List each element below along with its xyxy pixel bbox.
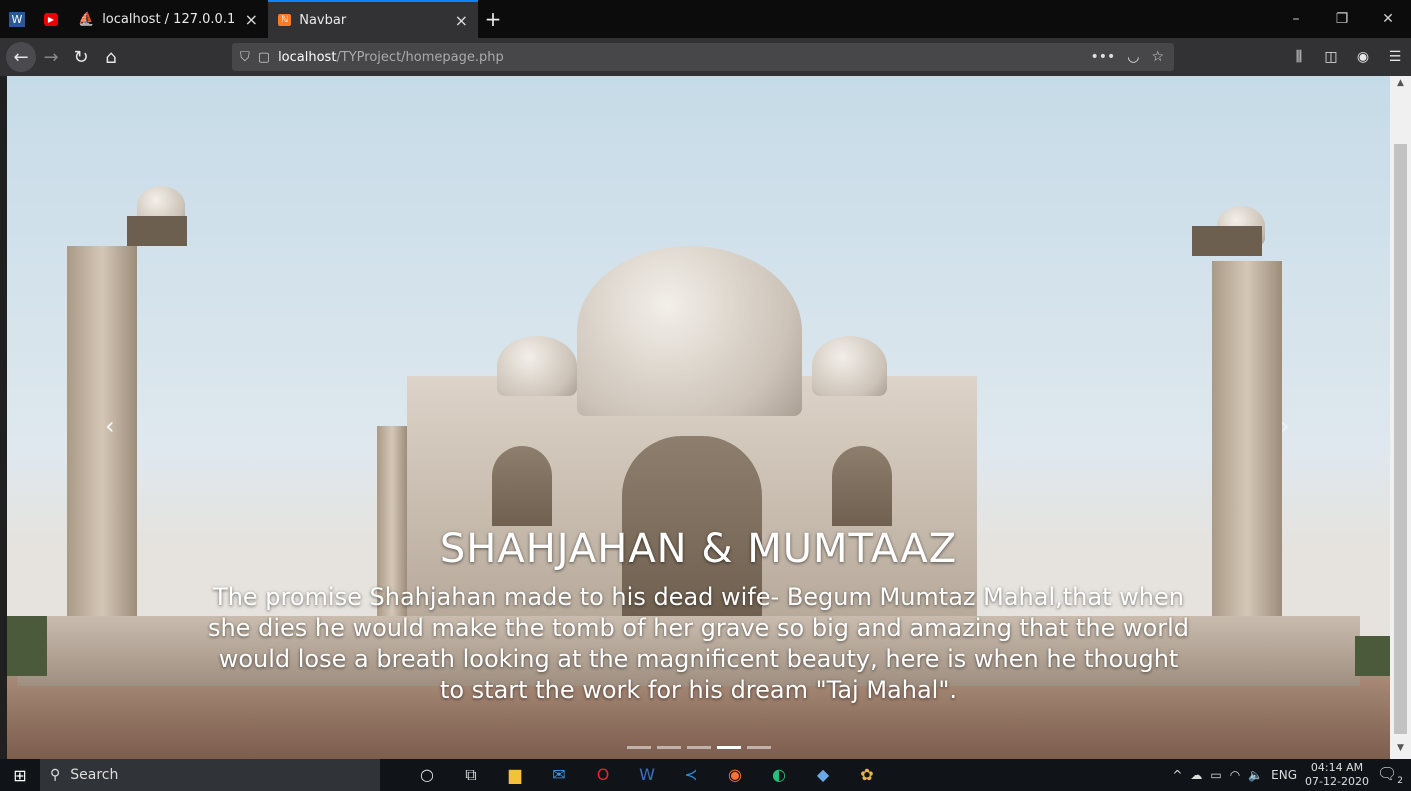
clock[interactable]: 04:14 AM 07-12-2020 [1305, 761, 1369, 789]
account-icon[interactable]: ◉ [1347, 49, 1379, 65]
tray-chevron-up-icon[interactable]: ^ [1172, 768, 1182, 782]
vertical-scrollbar[interactable]: ▲ ▼ [1390, 76, 1411, 759]
search-placeholder: Search [70, 767, 119, 783]
volume-icon[interactable]: 🔈 [1248, 768, 1263, 782]
tab-navbar[interactable]: ℕ Navbar × [268, 0, 478, 38]
vscode-icon[interactable]: ≺ [674, 765, 708, 785]
carousel: SHAHJAHAN & MUMTAAZ The promise Shahjaha… [7, 76, 1390, 759]
tab-title: Navbar [299, 12, 347, 28]
shield-icon[interactable]: ⛉ [240, 50, 250, 65]
minimize-icon[interactable]: – [1273, 0, 1319, 38]
carousel-caption: SHAHJAHAN & MUMTAAZ The promise Shahjaha… [7, 526, 1390, 706]
file-explorer-icon[interactable]: ▆ [498, 765, 532, 785]
word-taskbar-icon[interactable]: W [630, 765, 664, 785]
scroll-down-arrow-icon[interactable]: ▼ [1390, 743, 1411, 757]
notifications-icon[interactable]: 🗨2 [1377, 764, 1403, 786]
scroll-up-arrow-icon[interactable]: ▲ [1390, 78, 1411, 92]
carousel-indicator[interactable] [686, 746, 711, 749]
carousel-indicators [626, 746, 771, 749]
paint-icon[interactable]: ✿ [850, 765, 884, 785]
carousel-prev-button[interactable]: ‹ [105, 412, 115, 440]
edge-icon[interactable]: ◐ [762, 765, 796, 785]
bookmark-star-icon[interactable]: ☆ [1151, 49, 1164, 65]
carousel-next-button[interactable]: › [1280, 412, 1290, 440]
windows-start-icon[interactable]: ⊞ [0, 766, 40, 785]
caption-text: The promise Shahjahan made to his dead w… [207, 583, 1190, 704]
home-button[interactable]: ⌂ [96, 42, 126, 72]
firefox-icon[interactable]: ◉ [718, 765, 752, 785]
new-tab-button[interactable]: + [478, 0, 508, 38]
sidebar-icon[interactable]: ◫ [1315, 49, 1347, 65]
url-path: /TYProject/homepage.php [336, 49, 504, 65]
close-tab-icon[interactable]: × [455, 11, 468, 30]
menu-icon[interactable]: ☰ [1379, 49, 1411, 65]
page-icon: ▢ [257, 49, 271, 65]
forward-button[interactable]: → [36, 42, 66, 72]
carousel-indicator[interactable] [626, 746, 651, 749]
caption-heading: SHAHJAHAN & MUMTAAZ [439, 526, 958, 572]
carousel-indicator[interactable] [656, 746, 681, 749]
close-window-icon[interactable]: ✕ [1365, 0, 1411, 38]
search-icon: ⚲ [50, 767, 61, 783]
url-host: localhost [278, 49, 337, 65]
scroll-thumb[interactable] [1394, 144, 1407, 734]
opera-icon[interactable]: O [586, 765, 620, 785]
phpmyadmin-icon: ⛵ [78, 11, 95, 27]
onedrive-icon[interactable]: ☁ [1190, 768, 1202, 782]
battery-icon[interactable]: ▭ [1210, 768, 1221, 782]
task-view-icon[interactable]: ⧉ [454, 765, 488, 785]
restore-icon[interactable]: ❐ [1319, 0, 1365, 38]
mail-icon[interactable]: ✉ [542, 765, 576, 785]
page-actions-icon[interactable]: ••• [1090, 49, 1115, 65]
pocket-icon[interactable]: ◡ [1127, 49, 1139, 65]
youtube-icon[interactable]: ▶ [34, 0, 68, 38]
close-tab-icon[interactable]: × [245, 10, 258, 29]
nav-bar: ← → ↻ ⌂ ⛉ ▢ localhost/TYProject/homepage… [0, 38, 1411, 76]
library-icon[interactable]: ⫼ [1283, 49, 1315, 65]
tab-phpmyadmin[interactable]: ⛵ localhost / 127.0.0.1 / hitch_hug × [68, 0, 268, 38]
network-icon[interactable]: ◠ [1230, 768, 1240, 782]
carousel-indicator[interactable] [716, 746, 741, 749]
taskbar-search[interactable]: ⚲ Search [40, 759, 380, 791]
taskbar: ⊞ ⚲ Search ○ ⧉ ▆ ✉ O W ≺ ◉ ◐ ◆ ✿ ^ ☁ ▭ ◠… [0, 759, 1411, 791]
xampp-icon: ℕ [278, 14, 292, 26]
tab-bar: W ▶ ⛵ localhost / 127.0.0.1 / hitch_hug … [0, 0, 1411, 38]
language-indicator[interactable]: ENG [1271, 768, 1297, 782]
url-bar[interactable]: ⛉ ▢ localhost/TYProject/homepage.php •••… [232, 43, 1174, 71]
back-button[interactable]: ← [6, 42, 36, 72]
reload-button[interactable]: ↻ [66, 42, 96, 72]
tab-title: localhost / 127.0.0.1 / hitch_hug [102, 11, 236, 27]
word-icon[interactable]: W [0, 0, 34, 38]
cortana-icon[interactable]: ○ [410, 765, 444, 785]
app-icon[interactable]: ◆ [806, 765, 840, 785]
carousel-indicator[interactable] [746, 746, 771, 749]
